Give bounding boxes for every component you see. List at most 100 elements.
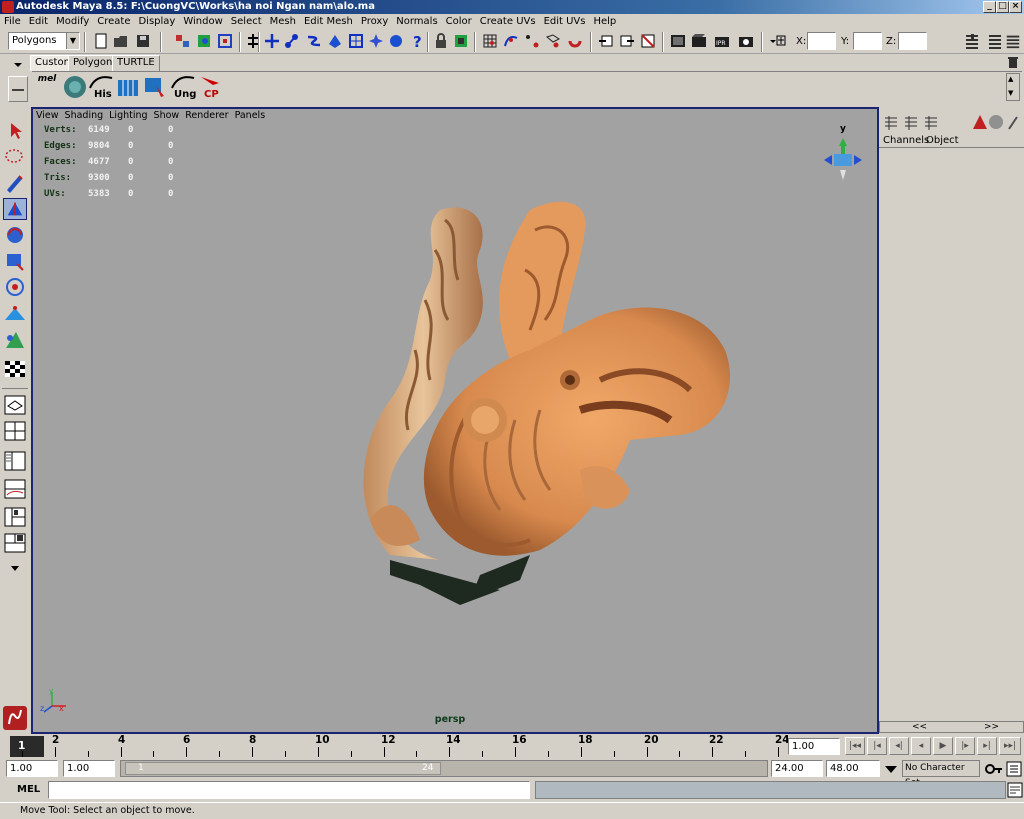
uv-editor-shelf-icon[interactable] (115, 74, 141, 100)
menu-normals[interactable]: Normals (392, 14, 441, 30)
snap-point-icon[interactable] (523, 32, 541, 50)
menu-select[interactable]: Select (227, 14, 266, 30)
select-hierarchy-icon[interactable] (174, 32, 192, 50)
go-to-start-button[interactable]: |◂◂ (845, 737, 865, 755)
construction-history-icon[interactable] (639, 32, 657, 50)
ipr-render-icon[interactable]: IPR (713, 32, 731, 50)
select-component-icon[interactable] (216, 32, 234, 50)
chevron-down-icon[interactable]: ▼ (66, 33, 79, 49)
minimize-button[interactable]: _ (983, 1, 996, 13)
scroll-right-button[interactable]: >> (984, 722, 999, 732)
script-editor-icon[interactable] (1007, 782, 1023, 798)
command-input[interactable] (48, 781, 530, 799)
go-to-end-button[interactable]: ▸▸| (999, 737, 1021, 755)
shelf-scrollbar[interactable]: ▲ ▼ (1006, 73, 1020, 101)
highlight-selection-icon[interactable] (452, 32, 470, 50)
open-scene-icon[interactable] (112, 32, 130, 50)
carved-dragon-model[interactable] (330, 190, 740, 610)
character-set-chevron-icon[interactable] (882, 761, 900, 777)
channel-box-mode-icons[interactable] (883, 115, 943, 131)
deformations-mask-icon[interactable] (347, 32, 365, 50)
menu-display[interactable]: Display (134, 14, 179, 30)
render-view-icon[interactable] (669, 32, 687, 50)
menu-proxy[interactable]: Proxy (357, 14, 392, 30)
handles-mask-icon[interactable] (263, 32, 281, 50)
snap-view-plane-icon[interactable] (544, 32, 562, 50)
shelf-tab-turtle[interactable]: TURTLE (112, 55, 160, 71)
range-slider-handle[interactable]: 1 24 (125, 762, 441, 775)
scroll-up-icon[interactable]: ▲ (1008, 75, 1013, 83)
window-title-bar[interactable]: Autodesk Maya 8.5: F:\CuongVC\Works\ha n… (0, 0, 1024, 14)
current-time-marker[interactable] (10, 736, 44, 757)
menu-create[interactable]: Create (93, 14, 134, 30)
history-shelf-button[interactable]: His (88, 74, 114, 100)
step-forward-key-button[interactable]: ▸| (977, 737, 997, 755)
menu-modify[interactable]: Modify (52, 14, 93, 30)
playback-start-field[interactable]: 1.00 (63, 760, 115, 777)
menu-create-uvs[interactable]: Create UVs (476, 14, 540, 30)
new-scene-icon[interactable] (92, 32, 110, 50)
menu-mesh[interactable]: Mesh (266, 14, 300, 30)
animation-start-field[interactable]: 1.00 (6, 760, 58, 777)
misc-mask-icon[interactable]: ? (408, 32, 426, 50)
step-back-frame-button[interactable]: ◂| (889, 737, 909, 755)
lasso-tool-icon[interactable] (3, 146, 27, 168)
persp-graph-layout-icon[interactable] (3, 478, 27, 500)
menu-edit-mesh[interactable]: Edit Mesh (300, 14, 357, 30)
y-input[interactable] (853, 32, 882, 50)
object-menu[interactable]: Object (926, 135, 959, 146)
move-tool-icon[interactable] (3, 198, 27, 220)
range-slider-track[interactable]: 1 24 (120, 760, 768, 777)
animation-end-field[interactable]: 48.00 (826, 760, 880, 777)
maximize-button[interactable]: □ (996, 1, 1009, 13)
auto-key-icon[interactable] (984, 761, 1004, 777)
menu-edit[interactable]: Edit (25, 14, 52, 30)
tool-settings-toggle-icon[interactable] (986, 32, 1004, 50)
panel-menu-panels[interactable]: Panels (232, 109, 269, 123)
outliner-persp-layout-icon[interactable] (3, 450, 27, 472)
render-current-frame-icon[interactable] (690, 32, 708, 50)
mel-script-button[interactable]: mel (34, 74, 60, 100)
current-time-field[interactable]: 1.00 (788, 738, 840, 755)
playback-end-field[interactable]: 24.00 (771, 760, 823, 777)
scale-tool-icon[interactable] (3, 250, 27, 272)
close-button[interactable]: × (1009, 1, 1022, 13)
select-tool-icon[interactable] (3, 120, 27, 142)
panel-menu-renderer[interactable]: Renderer (182, 109, 231, 123)
persp-outliner-layout-icon[interactable] (3, 532, 27, 554)
mel-language-label[interactable]: MEL (17, 784, 40, 795)
soft-modification-icon[interactable] (3, 302, 27, 324)
panel-menu-shading[interactable]: Shading (62, 109, 107, 123)
animation-preferences-icon[interactable] (1006, 761, 1022, 777)
channel-box-tool-icons[interactable] (971, 113, 1021, 131)
scroll-left-button[interactable]: << (912, 722, 927, 732)
shelf-options-icon[interactable] (10, 54, 26, 70)
output-ops-icon[interactable] (618, 32, 636, 50)
universal-manipulator-icon[interactable] (3, 276, 27, 298)
show-manipulator-icon[interactable] (3, 330, 27, 352)
last-used-tool-icon[interactable] (3, 358, 27, 380)
transform-input-icon[interactable] (768, 32, 786, 50)
menuset-dropdown[interactable]: Polygons ▼ (8, 32, 80, 50)
save-scene-icon[interactable] (134, 32, 152, 50)
paint-select-tool-icon[interactable] (3, 172, 27, 194)
make-live-icon[interactable] (566, 32, 584, 50)
character-set-menu[interactable]: No Character Set (902, 760, 980, 788)
panel-menu-show[interactable]: Show (151, 109, 183, 123)
snap-grid-icon[interactable] (481, 32, 499, 50)
menu-help[interactable]: Help (589, 14, 620, 30)
hypershade-layout-icon[interactable] (3, 506, 27, 528)
menu-edit-uvs[interactable]: Edit UVs (540, 14, 590, 30)
trash-icon[interactable] (1006, 55, 1020, 69)
dynamics-mask-icon[interactable] (367, 32, 385, 50)
step-back-key-button[interactable]: |◂ (867, 737, 887, 755)
joints-mask-icon[interactable] (283, 32, 301, 50)
select-object-icon[interactable] (196, 32, 214, 50)
view-cube[interactable]: y (820, 124, 866, 184)
attribute-editor-toggle-icon[interactable] (963, 32, 981, 50)
panel-menu-lighting[interactable]: Lighting (106, 109, 150, 123)
rotate-tool-icon[interactable] (3, 224, 27, 246)
layout-options-icon[interactable] (3, 558, 27, 578)
center-pivot-shelf-button[interactable]: CP (198, 74, 224, 100)
x-input[interactable] (807, 32, 836, 50)
